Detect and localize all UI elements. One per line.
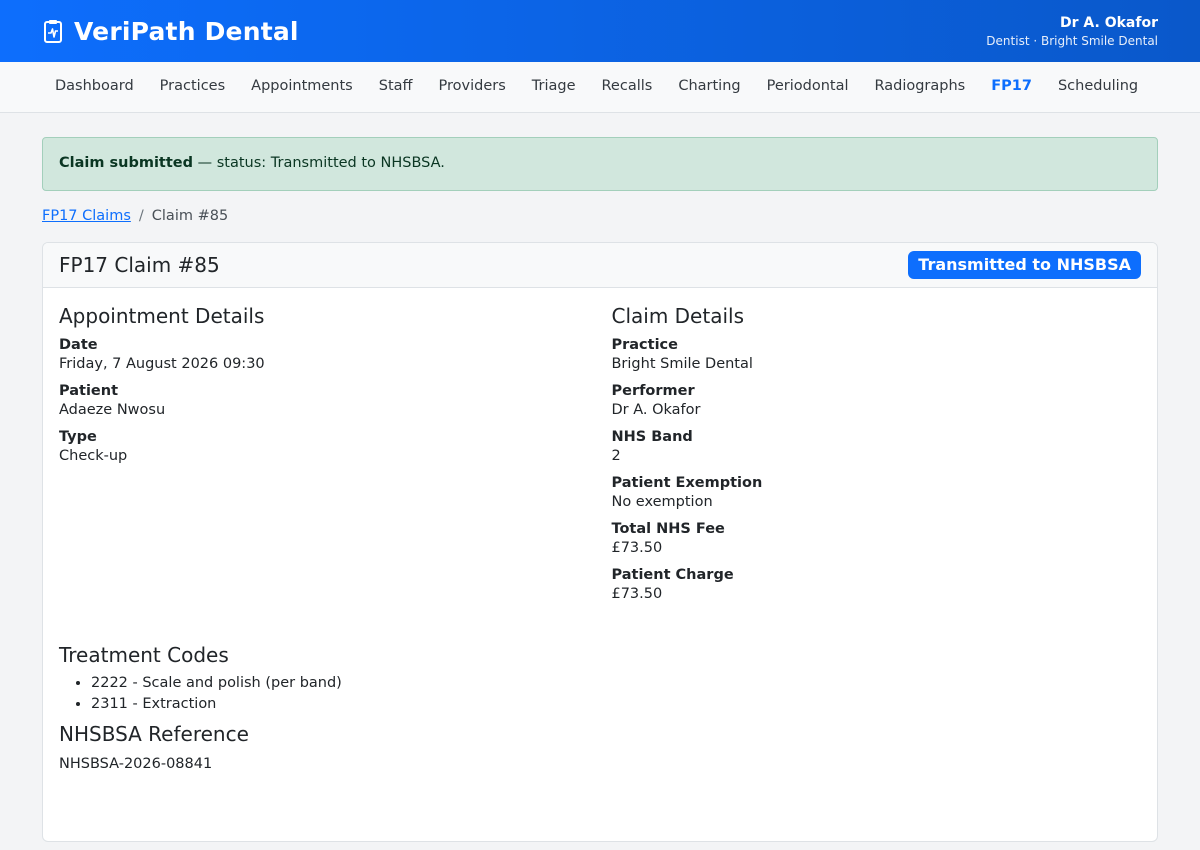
alert-message: — status: Transmitted to NHSBSA. (193, 154, 445, 171)
status-badge: Transmitted to NHSBSA (908, 250, 1141, 279)
treatment-codes-heading: Treatment Codes (59, 642, 229, 667)
nav-item-staff[interactable]: Staff (366, 70, 426, 103)
main-nav: Dashboard Practices Appointments Staff P… (0, 62, 1200, 113)
nav-item-fp17[interactable]: FP17 (978, 70, 1045, 103)
practice-label: Practice (611, 336, 678, 353)
type-value: Check-up (59, 447, 128, 464)
field-performer: Performer Dr A. Okafor (611, 383, 1141, 418)
treatment-code-list: 2222 - Scale and polish (per band) 2311 … (59, 675, 1141, 712)
nhsbsa-reference-heading: NHSBSA Reference (59, 721, 249, 746)
nav-item-charting[interactable]: Charting (665, 70, 753, 103)
user-role: Dentist · Bright Smile Dental (986, 33, 1158, 48)
list-item: 2311 - Extraction (91, 696, 1141, 712)
page-title: FP17 Claim #85 (59, 252, 220, 277)
practice-value: Bright Smile Dental (611, 355, 753, 372)
appointment-details: Appointment Details Date Friday, 7 Augus… (59, 304, 611, 613)
user-info: Dr A. Okafor Dentist · Bright Smile Dent… (986, 15, 1158, 48)
claim-card: FP17 Claim #85 Transmitted to NHSBSA App… (42, 241, 1158, 842)
total-fee-label: Total NHS Fee (611, 520, 725, 537)
exemption-value: No exemption (611, 493, 713, 510)
nav-item-scheduling[interactable]: Scheduling (1045, 70, 1151, 103)
nav-item-radiographs[interactable]: Radiographs (861, 70, 978, 103)
treatment-codes: Treatment Codes 2222 - Scale and polish … (59, 643, 1141, 712)
clipboard-pulse-icon (42, 18, 64, 44)
success-alert: Claim submitted — status: Transmitted to… (42, 136, 1158, 191)
nav-item-dashboard[interactable]: Dashboard (42, 70, 147, 103)
breadcrumb-separator: / (138, 207, 144, 224)
nav-item-recalls[interactable]: Recalls (589, 70, 666, 103)
nhsbsa-reference-value: NHSBSA-2026-08841 (59, 755, 213, 772)
brand[interactable]: VeriPath Dental (42, 17, 299, 46)
nav-item-periodontal[interactable]: Periodontal (754, 70, 862, 103)
nhs-band-value: 2 (611, 447, 621, 464)
main-content: Claim submitted — status: Transmitted to… (0, 113, 1200, 842)
field-patient-charge: Patient Charge £73.50 (611, 567, 1141, 602)
appointment-details-heading: Appointment Details (59, 303, 265, 328)
alert-title: Claim submitted (59, 154, 194, 171)
breadcrumb: FP17 Claims / Claim #85 (42, 208, 1158, 224)
nhs-band-label: NHS Band (611, 428, 693, 445)
field-exemption: Patient Exemption No exemption (611, 475, 1141, 510)
nhsbsa-reference: NHSBSA Reference NHSBSA-2026-08841 (59, 722, 1141, 772)
field-patient: Patient Adaeze Nwosu (59, 383, 611, 418)
claim-details-heading: Claim Details (611, 303, 744, 328)
type-label: Type (59, 428, 97, 445)
patient-value: Adaeze Nwosu (59, 401, 166, 418)
breadcrumb-current: Claim #85 (151, 207, 229, 224)
nav-item-providers[interactable]: Providers (426, 70, 519, 103)
user-name: Dr A. Okafor (1060, 14, 1158, 31)
performer-value: Dr A. Okafor (611, 401, 701, 418)
patient-label: Patient (59, 382, 119, 399)
nav-item-practices[interactable]: Practices (147, 70, 238, 103)
field-practice: Practice Bright Smile Dental (611, 337, 1141, 372)
app-header: VeriPath Dental Dr A. Okafor Dentist · B… (0, 0, 1200, 62)
claim-card-header: FP17 Claim #85 Transmitted to NHSBSA (43, 242, 1157, 288)
patient-charge-value: £73.50 (611, 585, 663, 602)
claim-card-body: Appointment Details Date Friday, 7 Augus… (43, 288, 1157, 788)
field-nhs-band: NHS Band 2 (611, 429, 1141, 464)
patient-charge-label: Patient Charge (611, 566, 734, 583)
field-type: Type Check-up (59, 429, 611, 464)
exemption-label: Patient Exemption (611, 474, 763, 491)
field-total-fee: Total NHS Fee £73.50 (611, 521, 1141, 556)
date-label: Date (59, 336, 98, 353)
list-item: 2222 - Scale and polish (per band) (91, 675, 1141, 691)
claim-details: Claim Details Practice Bright Smile Dent… (611, 304, 1141, 613)
brand-name: VeriPath Dental (74, 16, 299, 46)
field-date: Date Friday, 7 August 2026 09:30 (59, 337, 611, 372)
breadcrumb-link-fp17-claims[interactable]: FP17 Claims (42, 208, 131, 224)
nav-item-appointments[interactable]: Appointments (238, 70, 366, 103)
nav-item-triage[interactable]: Triage (519, 70, 589, 103)
total-fee-value: £73.50 (611, 539, 663, 556)
performer-label: Performer (611, 382, 695, 399)
date-value: Friday, 7 August 2026 09:30 (59, 355, 265, 372)
